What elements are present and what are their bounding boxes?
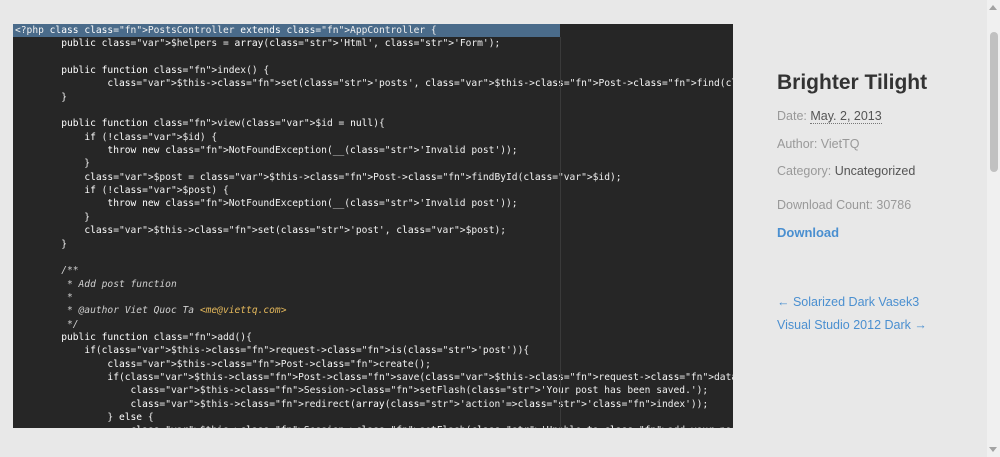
download-link[interactable]: Download xyxy=(777,225,839,240)
code-line: * @author Viet Quoc Ta <me@viettq.com> xyxy=(15,305,287,317)
editor-margin-line xyxy=(560,37,561,428)
download-count-value: 30786 xyxy=(876,198,912,212)
code-line: } xyxy=(15,238,67,250)
code-line: class="var">$this->class="fn">Post->clas… xyxy=(107,358,431,370)
date-value: May. 2, 2013 xyxy=(810,109,882,124)
code-line: class="var">$this->class="fn">set(class=… xyxy=(107,78,733,90)
code-line: class="var">$post = class="var">$this->c… xyxy=(84,171,622,183)
code-line: } xyxy=(15,211,91,223)
download-count-row: Download Count: 30786 xyxy=(777,198,911,212)
code-line: class="var">$this->class="fn">Session->c… xyxy=(13,424,733,428)
code-line: } xyxy=(15,158,91,170)
scroll-thumb[interactable] xyxy=(990,32,998,172)
date-label: Date: xyxy=(777,109,807,123)
code-line: if (!class="var">$post) { xyxy=(84,185,229,197)
code-line: class="var">$this->class="fn">set(class=… xyxy=(84,225,507,237)
code-line: public class="var">$helpers = array(clas… xyxy=(61,38,501,50)
author-value: VietTQ xyxy=(820,137,860,151)
download-count-label: Download Count: xyxy=(777,198,873,212)
next-post-link[interactable]: Visual Studio 2012 Dark → xyxy=(777,318,927,332)
code-line: class="var">$this->class="fn">Session->c… xyxy=(130,385,709,397)
category-value: Uncategorized xyxy=(834,164,916,178)
code-sample: <?php class class="fn">PostsController e… xyxy=(13,24,733,428)
code-line: throw new class="fn">NotFoundException(_… xyxy=(107,145,518,157)
author-row: Author: VietTQ xyxy=(777,137,859,151)
post-title: Brighter Tilight xyxy=(777,71,928,94)
vertical-scrollbar[interactable] xyxy=(987,0,1000,457)
code-line: } else { xyxy=(15,411,154,423)
code-line: public function class="fn">add(){ xyxy=(61,331,252,343)
code-line: if (!class="var">$id) { xyxy=(84,131,218,143)
date-row: Date: May. 2, 2013 xyxy=(777,109,882,124)
code-line: <?php class class="fn">PostsController e… xyxy=(13,24,560,38)
code-line: */ xyxy=(15,318,79,330)
code-line: /** xyxy=(15,265,79,277)
previous-post-link[interactable]: ← Solarized Dark Vasek3 xyxy=(777,295,919,309)
author-label: Author: xyxy=(777,137,818,151)
category-label: Category: xyxy=(777,164,832,178)
scroll-down-arrow-icon[interactable] xyxy=(989,447,997,452)
code-line: * Add post function xyxy=(15,278,177,290)
code-line: * xyxy=(15,291,73,303)
code-line: class="var">$this->class="fn">redirect(a… xyxy=(130,398,709,410)
category-row: Category: Uncategorized xyxy=(777,164,915,178)
code-line: } xyxy=(15,91,67,103)
code-line: if(class="var">$this->class="fn">request… xyxy=(84,345,530,357)
code-line: throw new class="fn">NotFoundException(_… xyxy=(107,198,518,210)
theme-preview-image: <?php class class="fn">PostsController e… xyxy=(13,24,733,428)
code-line: public function class="fn">view(class="v… xyxy=(61,118,385,130)
scroll-up-arrow-icon[interactable] xyxy=(989,5,997,10)
code-line: if(class="var">$this->class="fn">Post->c… xyxy=(107,371,733,383)
code-line: public function class="fn">index() { xyxy=(61,65,270,77)
